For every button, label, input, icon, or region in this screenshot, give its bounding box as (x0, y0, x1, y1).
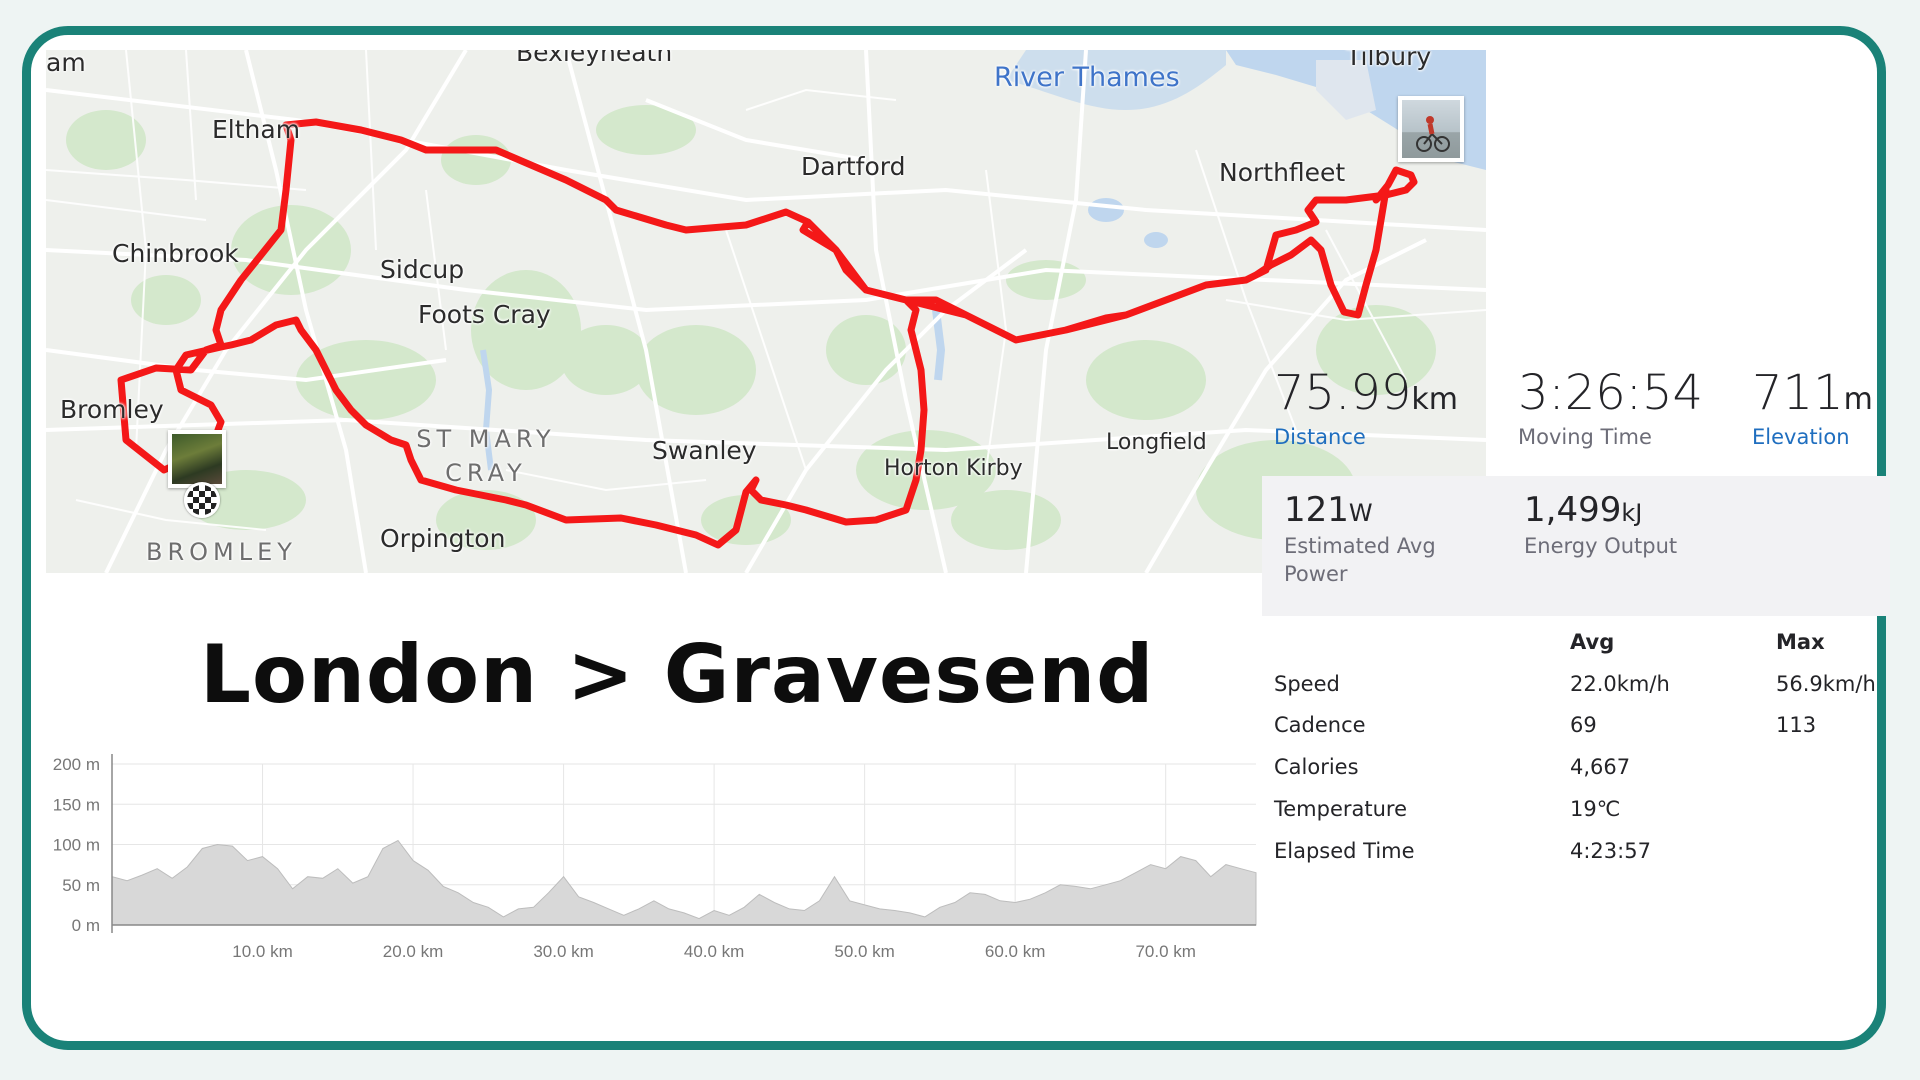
row-label: Temperature (1274, 797, 1408, 821)
power-unit: W (1348, 499, 1373, 527)
row-avg: 4,667 (1570, 755, 1631, 779)
stat-elevation: 711m Elevation (1752, 365, 1873, 449)
stat-moving-time: 3:26:54 Moving Time (1518, 365, 1703, 449)
table-row: Elapsed Time 4:23:57 (1274, 839, 1884, 869)
place-label-st-mary-cray: ST MARY CRAY (416, 425, 556, 487)
place-label-sidcup: Sidcup (380, 255, 465, 284)
place-label-dartford: Dartford (801, 152, 906, 181)
x-tick-label: 60.0 km (985, 942, 1045, 961)
power-label-line1: Estimated Avg (1284, 534, 1436, 558)
table-row: Calories 4,667 (1274, 755, 1884, 785)
place-label-orpington: Orpington (380, 524, 506, 553)
y-tick-label: 100 m (53, 836, 100, 855)
y-tick-label: 150 m (53, 795, 100, 814)
stat-power: 121W Estimated Avg Power (1284, 490, 1436, 588)
moving-time-value: 3:26:54 (1518, 365, 1704, 421)
row-label: Speed (1274, 672, 1340, 696)
place-label-longfield: Longfield (1106, 430, 1207, 455)
row-avg: 19℃ (1570, 797, 1621, 821)
table-row: Speed 22.0km/h 56.9km/h (1274, 672, 1884, 702)
place-label-chinbrook: Chinbrook (112, 239, 239, 268)
power-value: 121 (1284, 490, 1349, 530)
row-max: 56.9km/h (1776, 672, 1876, 696)
stat-distance: 75.99km Distance (1274, 365, 1458, 449)
row-avg: 4:23:57 (1570, 839, 1651, 863)
activity-title: London > Gravesend (200, 628, 1155, 721)
y-tick-label: 200 m (53, 755, 100, 774)
place-label-swanley: Swanley (652, 436, 757, 465)
stat-energy: 1,499kJ Energy Output (1524, 490, 1677, 560)
distance-label[interactable]: Distance (1274, 425, 1458, 449)
row-avg: 22.0km/h (1570, 672, 1670, 696)
energy-unit: kJ (1621, 499, 1643, 527)
elevation-area (111, 839, 1257, 926)
place-label-northfleet: Northfleet (1219, 158, 1346, 187)
place-label-partial: am (46, 50, 86, 77)
start-photo-marker[interactable] (168, 430, 226, 488)
y-tick-label: 50 m (62, 876, 100, 895)
elevation-value: 711 (1752, 365, 1844, 421)
distance-value: 75.99 (1274, 365, 1412, 421)
y-tick-label: 0 m (72, 916, 100, 935)
row-label: Calories (1274, 755, 1359, 779)
energy-label: Energy Output (1524, 534, 1678, 558)
place-label-bromley: Bromley (60, 395, 164, 424)
x-tick-label: 10.0 km (232, 942, 292, 961)
moving-time-label: Moving Time (1518, 425, 1652, 449)
row-label: Elapsed Time (1274, 839, 1415, 863)
max-header: Max (1776, 630, 1825, 654)
table-row: Cadence 69 113 (1274, 713, 1884, 743)
secondary-stats: 121W Estimated Avg Power 1,499kJ Energy … (1262, 476, 1890, 616)
place-label-eltham: Eltham (212, 115, 301, 144)
place-label-tilbury: Tilbury (1346, 50, 1432, 71)
place-label-bexleyheath: Bexleyheath (516, 50, 673, 67)
place-label-bromley-district: BROMLEY (146, 538, 297, 566)
place-label-horton-kirby: Horton Kirby (884, 456, 1023, 481)
avg-header: Avg (1570, 630, 1615, 654)
table-row: Temperature 19℃ (1274, 797, 1884, 827)
x-tick-label: 70.0 km (1135, 942, 1195, 961)
power-label-line2: Power (1284, 562, 1348, 586)
place-label-river-thames: River Thames (994, 62, 1180, 93)
place-label-foots-cray: Foots Cray (418, 300, 551, 329)
elevation-label[interactable]: Elevation (1752, 425, 1873, 449)
x-tick-label: 50.0 km (834, 942, 894, 961)
row-label: Cadence (1274, 713, 1366, 737)
distance-unit: km (1411, 382, 1459, 417)
elevation-chart[interactable]: 200 m 150 m 100 m 50 m 0 m 10.0 km 20.0 km 30.0… (46, 740, 1276, 980)
x-tick-label: 40.0 km (684, 942, 744, 961)
elevation-unit: m (1843, 382, 1873, 417)
cyclist-icon (1416, 116, 1450, 152)
energy-value: 1,499 (1524, 490, 1622, 530)
x-tick-label: 30.0 km (533, 942, 593, 961)
x-tick-label: 20.0 km (383, 942, 443, 961)
checkered-flag-icon[interactable] (184, 482, 220, 518)
row-max: 113 (1776, 713, 1817, 737)
cyclist-photo-marker[interactable] (1398, 96, 1464, 162)
row-avg: 69 (1570, 713, 1597, 737)
